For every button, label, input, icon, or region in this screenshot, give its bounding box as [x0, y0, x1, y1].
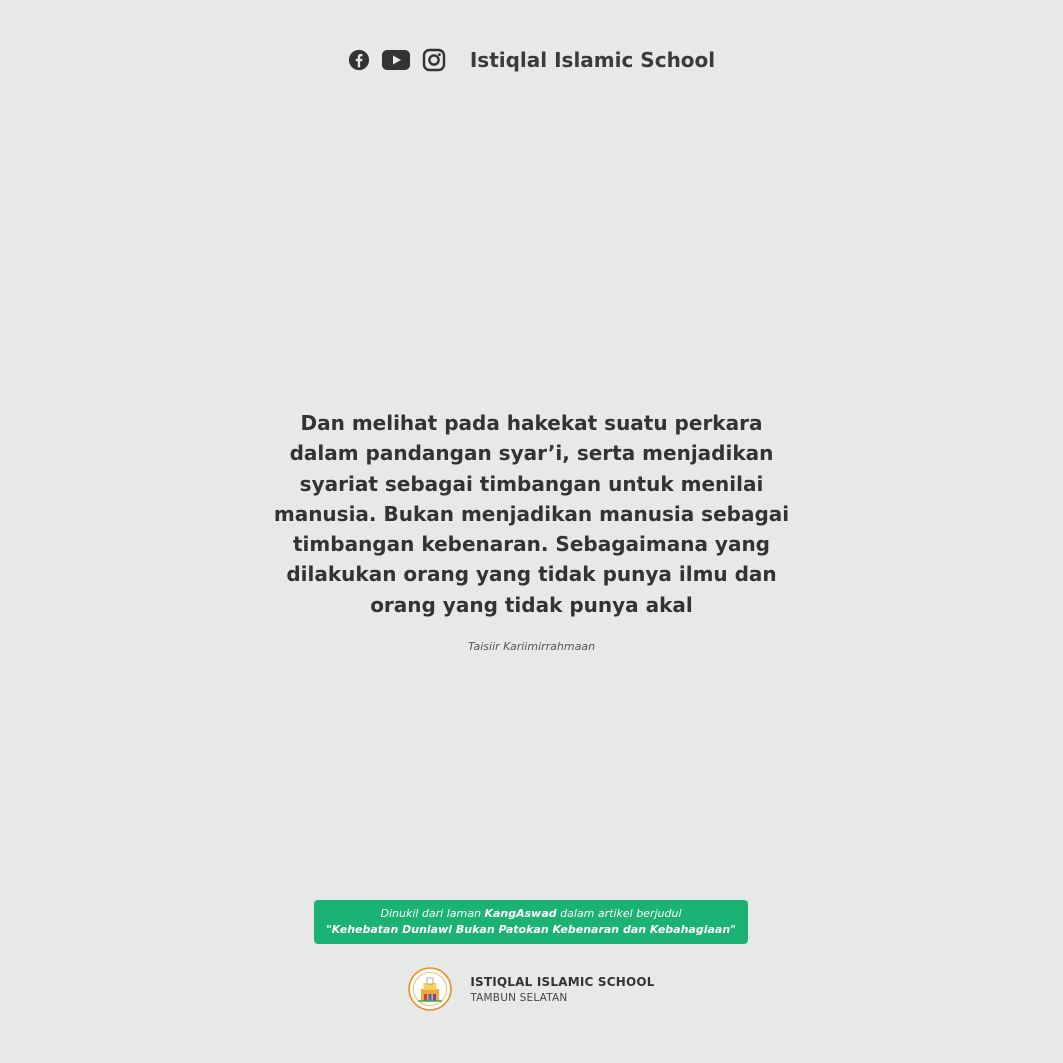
credit-site: KangAswad	[484, 907, 557, 920]
credit-prefix: Dinukil dari laman	[380, 907, 481, 920]
school-logo	[408, 967, 453, 1011]
youtube-icon[interactable]	[381, 50, 410, 70]
school-location: TAMBUN SELATAN	[470, 991, 568, 1004]
quote-text: Dan melihat pada hakekat suatu perkara d…	[273, 411, 790, 617]
facebook-icon[interactable]	[348, 49, 370, 71]
header: Istiqlal Islamic School	[0, 40, 1063, 80]
social-icons	[348, 48, 458, 72]
quote-source: Taisiir Kariimirrahmaan	[467, 640, 596, 654]
footer: ISTIQLAL ISLAMIC SCHOOL TAMBUN SELATAN	[0, 966, 1063, 1012]
instagram-icon[interactable]	[422, 48, 446, 72]
credit-middle: dalam artikel berjudul	[560, 907, 682, 920]
credit-line: Dinukil dari laman KangAswad dalam artik…	[380, 906, 681, 922]
credit-banner: Dinukil dari laman KangAswad dalam artik…	[314, 900, 748, 944]
quote-section: Dan melihat pada hakekat suatu perkara d…	[0, 408, 1063, 653]
credit-article-title: "Kehebatan Duniawi Bukan Patokan Kebenar…	[326, 923, 736, 936]
brand-name: Istiqlal Islamic School	[469, 48, 716, 72]
school-text: ISTIQLAL ISLAMIC SCHOOL TAMBUN SELATAN	[470, 975, 654, 1004]
school-name: ISTIQLAL ISLAMIC SCHOOL	[470, 974, 655, 989]
